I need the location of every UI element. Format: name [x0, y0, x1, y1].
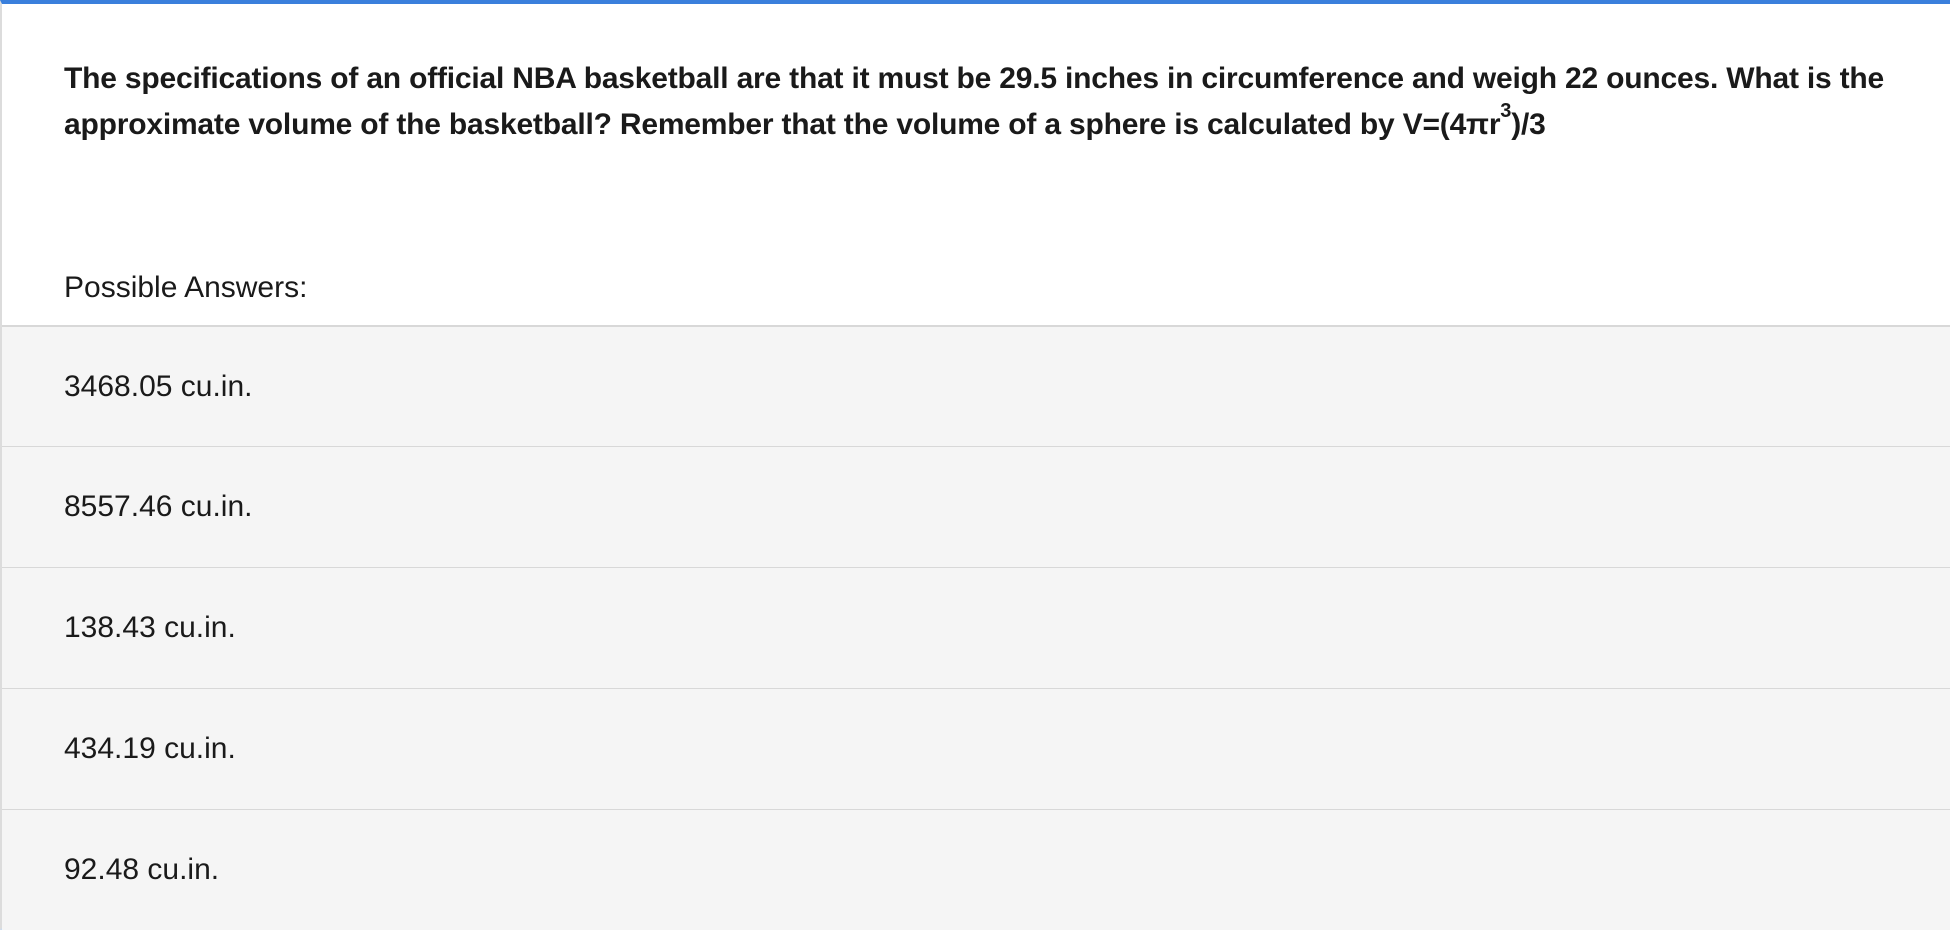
- answer-option-label: 92.48 cu.in.: [64, 853, 220, 886]
- answer-option-4[interactable]: 434.19 cu.in.: [2, 688, 1950, 809]
- question-text-end: )/3: [1511, 108, 1546, 141]
- question-card: The specifications of an official NBA ba…: [0, 0, 1950, 930]
- answer-list: 3468.05 cu.in. 8557.46 cu.in. 138.43 cu.…: [2, 325, 1950, 930]
- answer-option-label: 138.43 cu.in.: [64, 611, 236, 644]
- answer-option-3[interactable]: 138.43 cu.in.: [2, 567, 1950, 688]
- exponent: 3: [1500, 100, 1512, 122]
- question-text: The specifications of an official NBA ba…: [64, 56, 1910, 148]
- answer-option-2[interactable]: 8557.46 cu.in.: [2, 446, 1950, 567]
- answer-option-label: 434.19 cu.in.: [64, 732, 236, 765]
- answer-option-label: 3468.05 cu.in.: [64, 369, 253, 403]
- answer-option-label: 8557.46 cu.in.: [64, 490, 253, 523]
- question-text-main: The specifications of an official NBA ba…: [64, 62, 1885, 141]
- answer-option-1[interactable]: 3468.05 cu.in.: [2, 325, 1950, 446]
- possible-answers-label: Possible Answers:: [64, 271, 308, 304]
- answer-option-5[interactable]: 92.48 cu.in.: [2, 809, 1950, 930]
